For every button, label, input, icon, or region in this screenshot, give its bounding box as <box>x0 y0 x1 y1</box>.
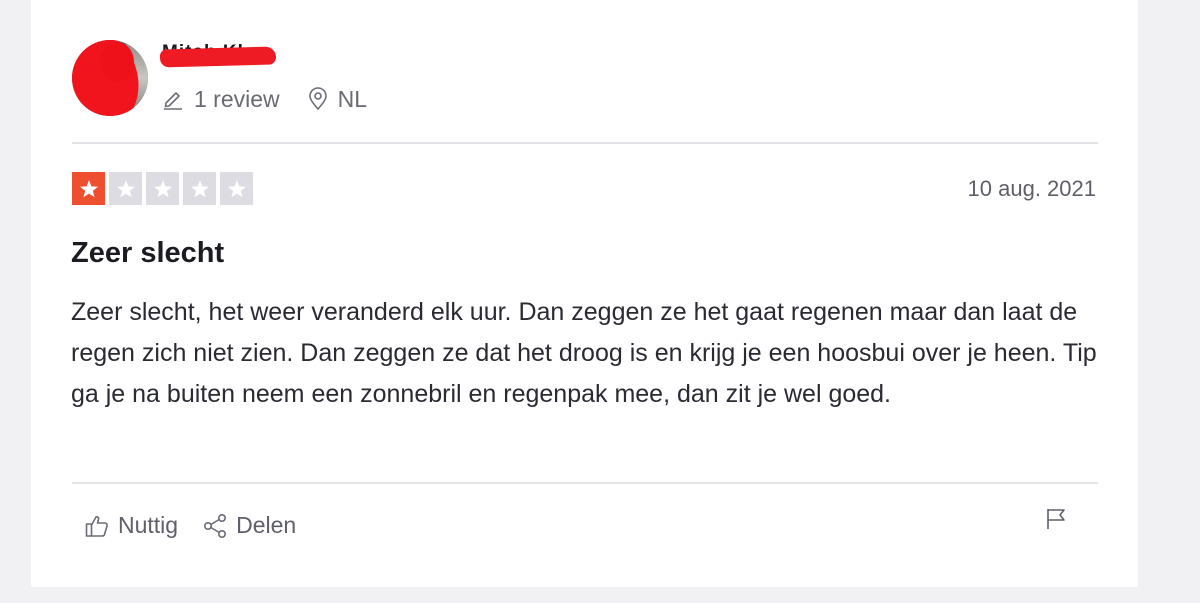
review-title[interactable]: Zeer slecht <box>71 237 224 270</box>
review-date: 10 aug. 2021 <box>967 176 1096 201</box>
useful-button[interactable]: Nuttig <box>84 512 178 539</box>
reviewer-location: NL <box>308 86 367 113</box>
location-pin-icon <box>308 87 327 111</box>
name-redaction <box>159 46 277 68</box>
divider-top <box>72 142 1098 144</box>
star-rating <box>72 172 257 205</box>
share-icon <box>204 513 227 538</box>
divider-bottom <box>72 482 1098 484</box>
share-button[interactable]: Delen <box>202 512 296 539</box>
star-icon <box>109 172 142 205</box>
avatar-redaction-top <box>100 42 134 82</box>
review-count-text: 1 review <box>194 85 280 112</box>
reviewer-meta: 1 review NL <box>162 84 395 114</box>
flag-icon <box>1047 509 1065 529</box>
review-body: Zeer slecht, het weer veranderd elk uur.… <box>71 298 1097 408</box>
report-button[interactable] <box>1045 507 1067 536</box>
star-icon <box>72 172 105 205</box>
star-icon <box>183 172 216 205</box>
review-actions: Nuttig Delen <box>84 512 320 539</box>
reviewer-name-wrapper[interactable]: Mitch Kh <box>159 42 277 72</box>
star-icon <box>220 172 253 205</box>
thumbs-up-icon <box>85 515 108 537</box>
reviewer-country: NL <box>337 85 368 112</box>
avatar[interactable] <box>72 40 148 116</box>
share-label: Delen <box>236 512 297 538</box>
star-icon <box>146 172 179 205</box>
review-count: 1 review <box>162 86 280 113</box>
useful-label: Nuttig <box>118 512 179 538</box>
pencil-icon <box>164 92 182 110</box>
